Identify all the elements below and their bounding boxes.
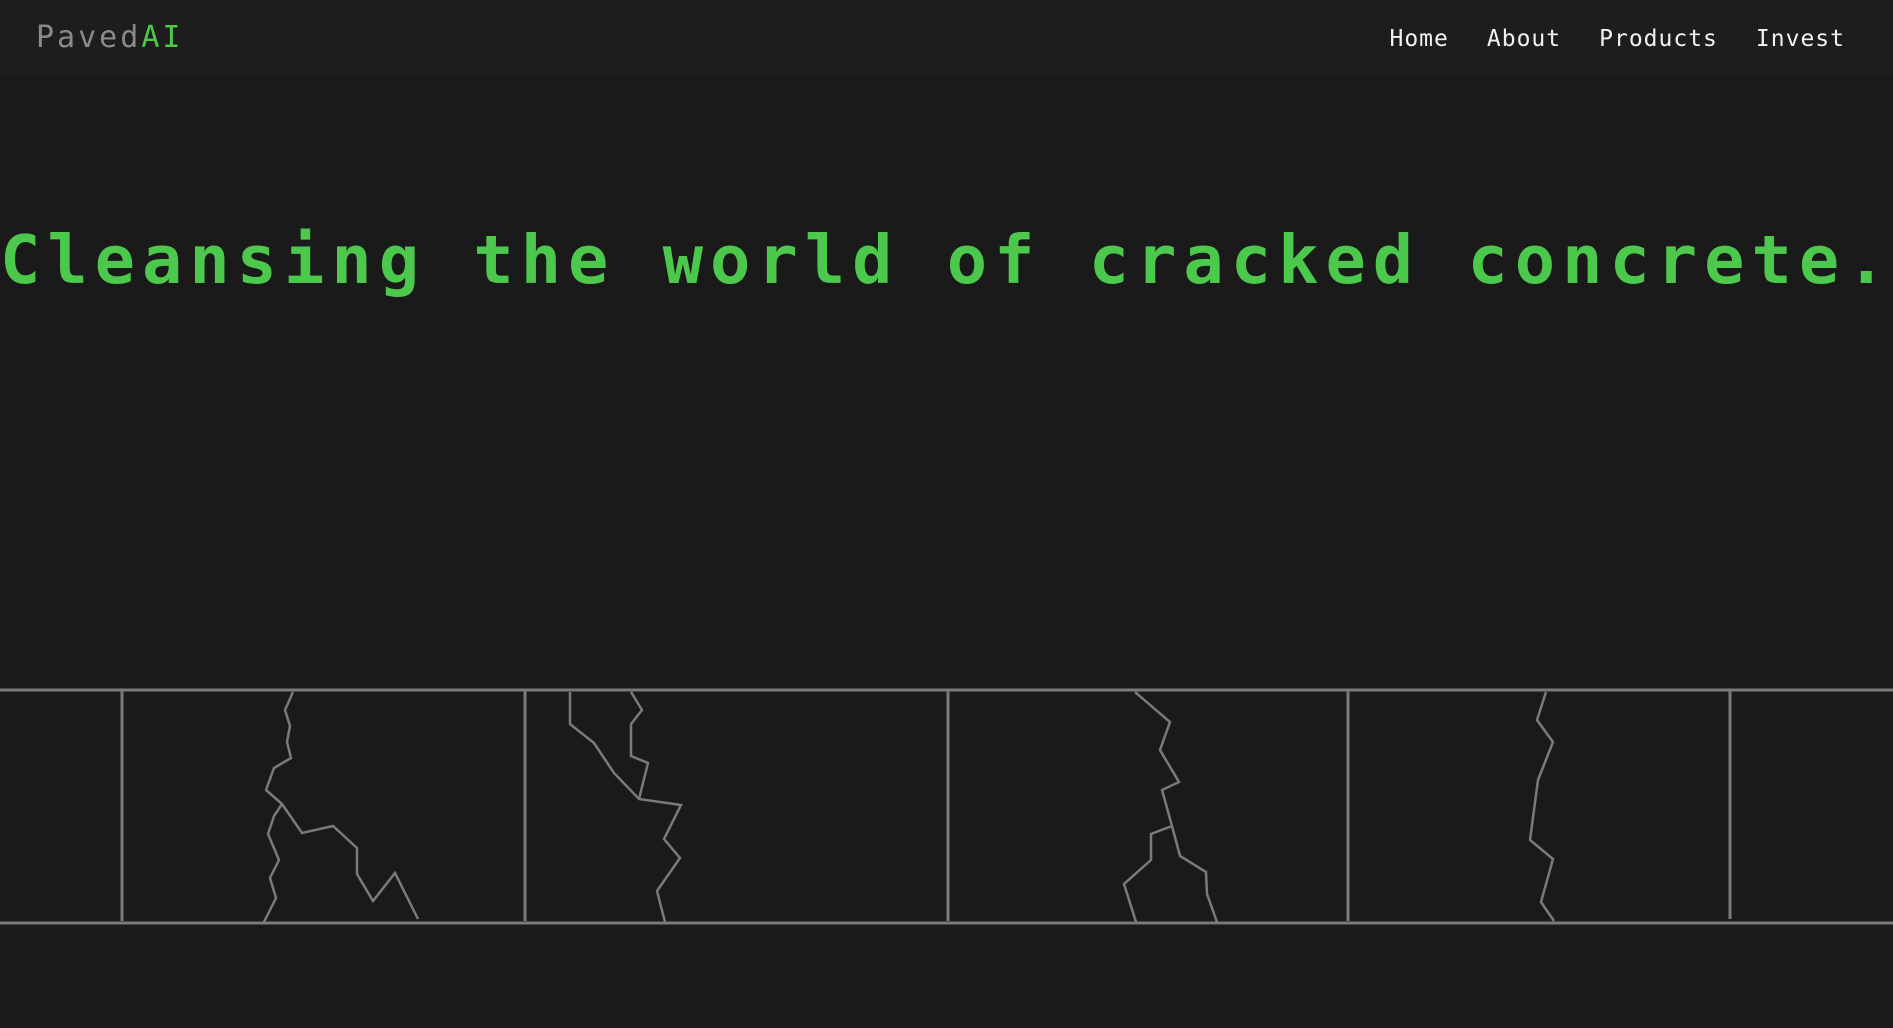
logo-text-main: Paved [36, 20, 142, 55]
crack-line [629, 691, 650, 800]
logo-text-accent: AI [141, 20, 184, 55]
crack-line [1528, 691, 1556, 922]
hero-title: Cleansing the world of cracked concrete. [0, 221, 1893, 299]
cracked-sidewalk-illustration [0, 688, 1893, 925]
page: PavedAI Home About Products Invest Clean… [0, 0, 1893, 1028]
nav-menu: Home About Products Invest [1389, 24, 1845, 54]
crack-line [1170, 825, 1219, 923]
nav-link-home[interactable]: Home [1389, 24, 1448, 54]
crack-line [262, 691, 295, 923]
crack-line [568, 692, 683, 923]
logo[interactable]: PavedAI [36, 20, 183, 56]
navbar: PavedAI Home About Products Invest [0, 0, 1893, 76]
nav-link-about[interactable]: About [1487, 24, 1561, 54]
crack-line [1122, 691, 1181, 923]
nav-link-products[interactable]: Products [1599, 24, 1718, 54]
crack-line [280, 803, 420, 920]
nav-link-invest[interactable]: Invest [1756, 24, 1845, 54]
